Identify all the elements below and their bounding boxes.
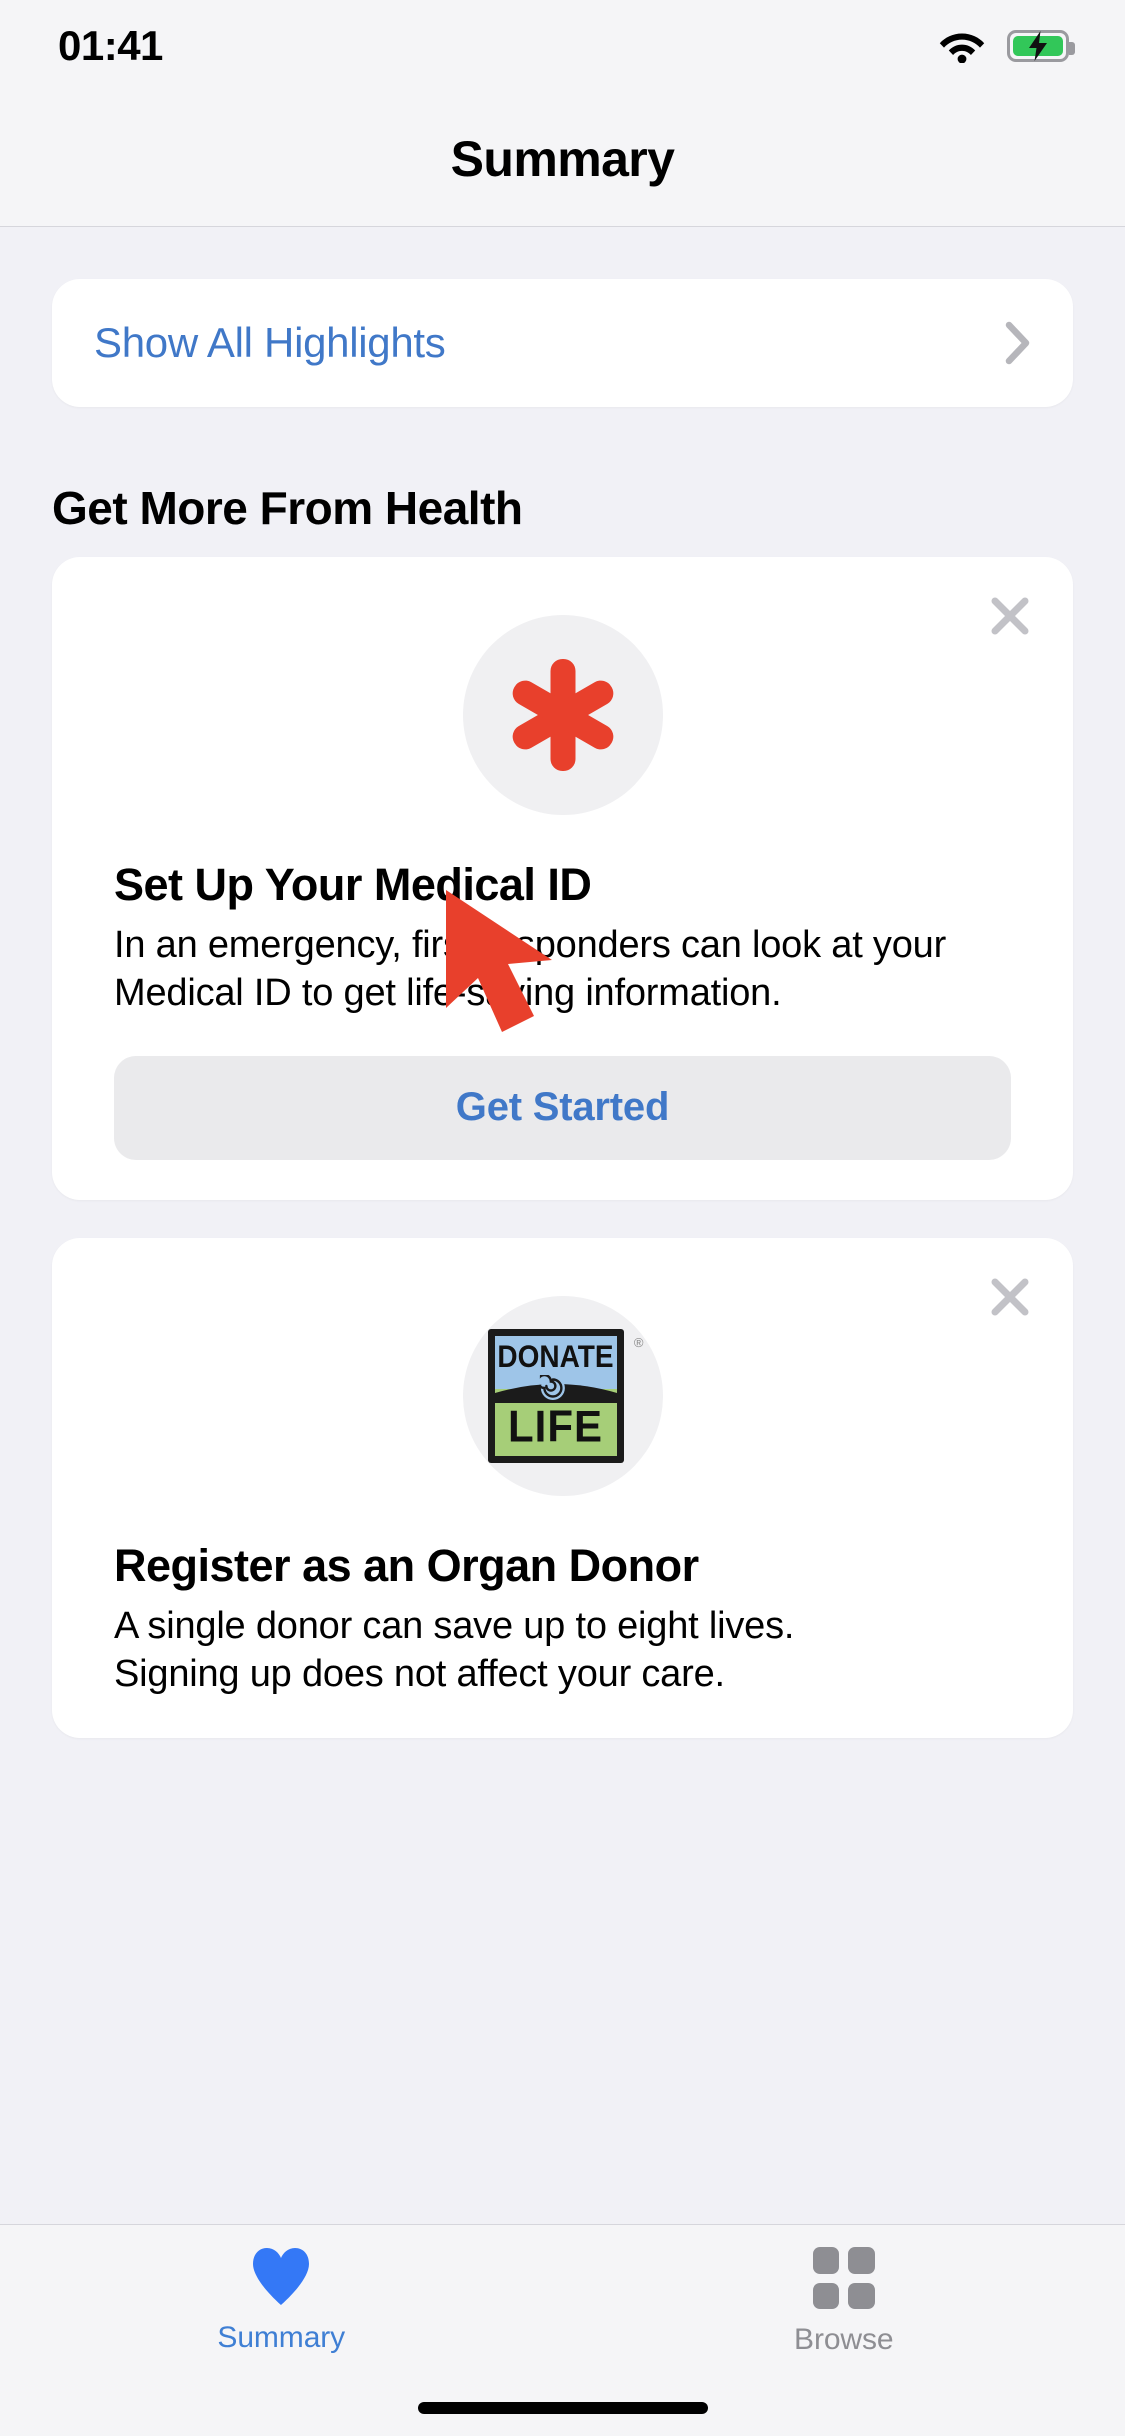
donate-life-top-text: DONATE bbox=[497, 1338, 614, 1374]
section-heading: Get More From Health bbox=[52, 482, 523, 534]
heart-icon bbox=[249, 2247, 313, 2307]
get-started-button[interactable]: Get Started bbox=[114, 1055, 1011, 1160]
nav-bar: Summary bbox=[0, 92, 1125, 227]
chevron-right-icon bbox=[1005, 321, 1031, 365]
promo-card-organ-donor[interactable]: DONATE LIFE ® Register as an Organ Donor… bbox=[52, 1237, 1073, 1738]
tab-summary-label: Summary bbox=[217, 2321, 346, 2354]
promo-description: In an emergency, first responders can lo… bbox=[114, 924, 947, 1015]
close-icon[interactable] bbox=[983, 1270, 1037, 1324]
tab-browse[interactable]: Browse bbox=[563, 2247, 1125, 2357]
grid-icon bbox=[812, 2247, 875, 2309]
donate-life-logo: DONATE LIFE ® bbox=[487, 1321, 644, 1471]
phone-screen: 01:41 Summary Show All Highlights Get Mo… bbox=[0, 0, 1125, 2436]
donate-life-bottom-text: LIFE bbox=[508, 1401, 603, 1451]
promo-icon-container: DONATE LIFE ® bbox=[52, 1295, 1073, 1496]
promo-description-line1: A single donor can save up to eight live… bbox=[114, 1604, 795, 1647]
promo-description-line2: Signing up does not affect your care. bbox=[114, 1652, 725, 1695]
promo-card-medical-id[interactable]: Set Up Your Medical ID In an emergency, … bbox=[52, 557, 1073, 1200]
icon-circle-background: DONATE LIFE ® bbox=[462, 1295, 663, 1496]
promo-icon-container bbox=[52, 615, 1073, 815]
status-bar: 01:41 bbox=[0, 0, 1125, 92]
tab-browse-label: Browse bbox=[794, 2323, 894, 2356]
scroll-content[interactable]: Show All Highlights Get More From Health bbox=[0, 227, 1125, 2378]
spiral-icon bbox=[539, 1374, 565, 1400]
trademark-symbol: ® bbox=[633, 1334, 644, 1350]
close-icon[interactable] bbox=[983, 589, 1037, 643]
page-title: Summary bbox=[450, 131, 675, 187]
show-all-highlights-label: Show All Highlights bbox=[94, 319, 446, 366]
promo-title: Register as an Organ Donor bbox=[114, 1539, 699, 1591]
promo-title: Set Up Your Medical ID bbox=[114, 859, 592, 910]
status-bar-indicators bbox=[939, 29, 1075, 64]
tab-summary[interactable]: Summary bbox=[0, 2247, 563, 2355]
medical-id-asterisk-icon bbox=[504, 656, 622, 774]
icon-circle-background bbox=[462, 615, 663, 815]
battery-charging-icon bbox=[1007, 30, 1075, 62]
home-indicator bbox=[417, 2402, 708, 2414]
show-all-highlights-row[interactable]: Show All Highlights bbox=[52, 279, 1073, 407]
wifi-icon bbox=[939, 29, 985, 64]
status-bar-time: 01:41 bbox=[58, 22, 163, 69]
